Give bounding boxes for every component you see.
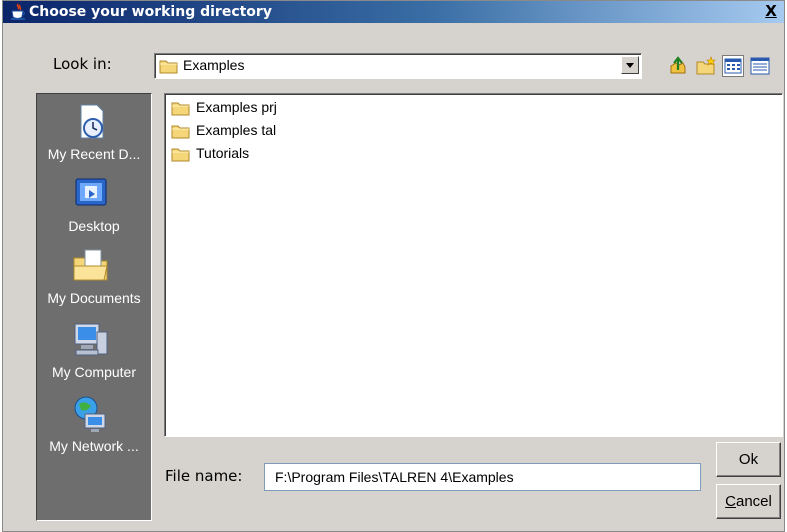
folder-icon [171, 123, 191, 143]
list-view-icon[interactable] [722, 55, 744, 77]
file-name: Tutorials [196, 145, 250, 161]
place-desktop[interactable]: Desktop [37, 174, 151, 250]
file-name-label: File name: [165, 467, 243, 485]
file-name: Examples prj [196, 99, 277, 115]
folder-icon [171, 146, 191, 166]
place-label: My Network ... [49, 438, 139, 454]
place-label: My Recent D... [47, 146, 141, 162]
look-in-label: Look in: [53, 55, 112, 73]
cancel-mnemonic: C [725, 493, 736, 510]
new-folder-icon[interactable] [695, 55, 717, 77]
java-cup-icon [9, 3, 27, 21]
my-computer-icon [71, 320, 111, 360]
details-view-icon[interactable] [749, 55, 771, 77]
place-my-network[interactable]: My Network ... [37, 394, 151, 470]
place-my-computer[interactable]: My Computer [37, 320, 151, 396]
choose-directory-dialog: Choose your working directory X Look in:… [2, 0, 785, 532]
file-name: Examples tal [196, 122, 277, 138]
look-in-value: Examples [183, 57, 245, 73]
place-recent-documents[interactable]: My Recent D... [37, 102, 151, 178]
file-list[interactable]: Examples prj Examples tal Tutorials [164, 93, 783, 437]
cancel-button[interactable]: Cancel [716, 484, 781, 519]
chevron-down-icon[interactable] [621, 56, 639, 74]
cancel-label-rest: ancel [735, 493, 772, 510]
recent-documents-icon [71, 102, 111, 142]
up-one-level-icon[interactable] [667, 55, 689, 77]
look-in-combo[interactable]: Examples [154, 53, 642, 79]
folder-icon [159, 58, 179, 78]
close-button[interactable]: X [762, 3, 780, 20]
network-places-icon [71, 394, 111, 434]
desktop-icon [71, 174, 111, 214]
file-name-input[interactable] [264, 463, 701, 491]
places-bar: My Recent D... Desktop My Documents My C… [36, 93, 152, 521]
place-my-documents[interactable]: My Documents [37, 246, 151, 322]
ok-button[interactable]: Ok [716, 442, 781, 477]
folder-icon [171, 100, 191, 120]
title-bar[interactable]: Choose your working directory X [3, 1, 784, 23]
dialog-title: Choose your working directory [29, 4, 272, 20]
place-label: Desktop [68, 218, 120, 234]
my-documents-icon [71, 246, 111, 286]
place-label: My Computer [51, 364, 137, 380]
place-label: My Documents [47, 290, 141, 306]
